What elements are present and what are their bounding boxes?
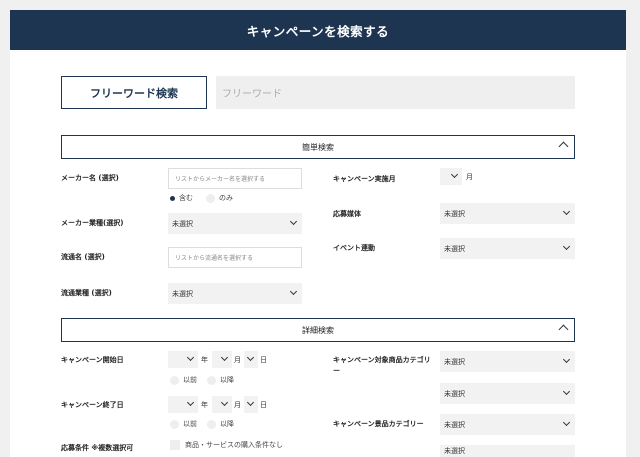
start-month-select[interactable] <box>212 351 232 368</box>
start-day-unit: 日 <box>260 356 267 364</box>
chevron-down-icon <box>562 207 571 216</box>
start-month-unit: 月 <box>234 356 241 364</box>
no-purchase-label: 商品・サービスの購入条件なし <box>185 441 283 449</box>
radio-unselected-icon <box>170 375 179 385</box>
chevron-down-icon <box>450 170 459 179</box>
chevron-down-icon <box>220 353 229 362</box>
event-select[interactable]: 未選択 <box>440 238 575 259</box>
end-month-select[interactable] <box>212 396 232 413</box>
distributor-industry-value: 未選択 <box>172 289 193 298</box>
end-after-radio[interactable]: 以降 <box>207 419 234 429</box>
chevron-down-icon <box>562 418 571 427</box>
prize-category-label: キャンペーン景品カテゴリー <box>333 420 424 428</box>
radio-unselected-icon <box>206 193 215 203</box>
media-label: 応募媒体 <box>333 210 361 218</box>
distributor-industry-select[interactable]: 未選択 <box>168 283 302 304</box>
media-select[interactable]: 未選択 <box>440 203 575 224</box>
end-year-unit: 年 <box>201 401 208 409</box>
radio-selected-icon <box>170 195 175 201</box>
start-before-label: 以前 <box>183 376 197 384</box>
freeword-search-button[interactable]: フリーワード検索 <box>61 76 207 109</box>
maker-include-label: 含む <box>179 194 193 202</box>
start-year-select[interactable] <box>168 351 198 368</box>
maker-name-input[interactable]: リストからメーカー名を選択する <box>168 168 302 189</box>
chevron-up-icon <box>558 141 569 152</box>
target-category-select-2[interactable]: 未選択 <box>440 383 575 404</box>
detail-search-title: 詳細検索 <box>302 325 334 335</box>
radio-unselected-icon <box>207 375 216 385</box>
chevron-down-icon <box>220 398 229 407</box>
chevron-down-icon <box>246 353 255 362</box>
chevron-down-icon <box>246 398 255 407</box>
chevron-up-icon <box>558 324 569 335</box>
distributor-name-label: 流通名 (選択) <box>61 253 105 261</box>
simple-search-toggle[interactable]: 簡単検索 <box>61 135 575 159</box>
chevron-down-icon <box>289 217 298 226</box>
end-after-label: 以降 <box>220 420 234 428</box>
event-label: イベント連動 <box>333 244 375 252</box>
end-before-label: 以前 <box>183 420 197 428</box>
distributor-industry-label: 流通業種 (選択) <box>61 289 112 297</box>
radio-unselected-icon <box>207 419 216 429</box>
chevron-down-icon <box>186 398 195 407</box>
chevron-down-icon <box>562 355 571 364</box>
distributor-name-input[interactable]: リストから流通名を選択する <box>168 247 302 268</box>
target-category-value-2: 未選択 <box>444 389 465 398</box>
target-category-value-1: 未選択 <box>444 357 465 366</box>
start-before-radio[interactable]: 以前 <box>170 375 197 385</box>
conditions-label: 応募条件 ※複数選択可 <box>61 444 134 452</box>
end-year-select[interactable] <box>168 396 198 413</box>
event-value: 未選択 <box>444 244 465 253</box>
radio-unselected-icon <box>170 419 179 429</box>
chevron-down-icon <box>289 287 298 296</box>
target-category-label: キャンペーン対象商品カテゴリー <box>333 356 431 375</box>
maker-name-label: メーカー名 (選択) <box>61 174 119 182</box>
end-before-radio[interactable]: 以前 <box>170 419 197 429</box>
start-after-label: 以降 <box>220 376 234 384</box>
detail-search-toggle[interactable]: 詳細検索 <box>61 318 575 342</box>
prize-category-select-2[interactable]: 未選択 <box>440 445 575 457</box>
maker-only-label: のみ <box>219 194 233 202</box>
start-day-select[interactable] <box>244 351 258 368</box>
prize-category-value-2: 未選択 <box>444 447 465 455</box>
no-purchase-checkbox[interactable]: 商品・サービスの購入条件なし <box>170 440 283 450</box>
maker-industry-value: 未選択 <box>172 219 193 228</box>
maker-industry-label: メーカー業種(選択) <box>61 219 124 227</box>
simple-search-title: 簡単検索 <box>302 142 334 152</box>
freeword-input[interactable]: フリーワード <box>216 76 575 109</box>
campaign-month-label: キャンペーン実施月 <box>333 175 396 183</box>
chevron-down-icon <box>562 387 571 396</box>
maker-only-radio[interactable]: のみ <box>206 193 233 203</box>
end-day-unit: 日 <box>260 401 267 409</box>
campaign-month-select[interactable] <box>440 168 462 185</box>
start-date-label: キャンペーン開始日 <box>61 356 124 364</box>
start-after-radio[interactable]: 以降 <box>207 375 234 385</box>
end-month-unit: 月 <box>234 401 241 409</box>
start-year-unit: 年 <box>201 356 208 364</box>
chevron-down-icon <box>562 242 571 251</box>
prize-category-value-1: 未選択 <box>444 420 465 429</box>
target-category-select-1[interactable]: 未選択 <box>440 351 575 372</box>
checkbox-icon <box>170 440 180 450</box>
maker-include-radio[interactable]: 含む <box>170 193 193 203</box>
media-value: 未選択 <box>444 209 465 218</box>
end-date-label: キャンペーン終了日 <box>61 401 124 409</box>
chevron-down-icon <box>186 353 195 362</box>
end-day-select[interactable] <box>244 396 258 413</box>
page-title: キャンペーンを検索する <box>10 10 626 50</box>
campaign-month-unit: 月 <box>466 173 473 181</box>
maker-industry-select[interactable]: 未選択 <box>168 213 302 234</box>
prize-category-select-1[interactable]: 未選択 <box>440 414 575 435</box>
